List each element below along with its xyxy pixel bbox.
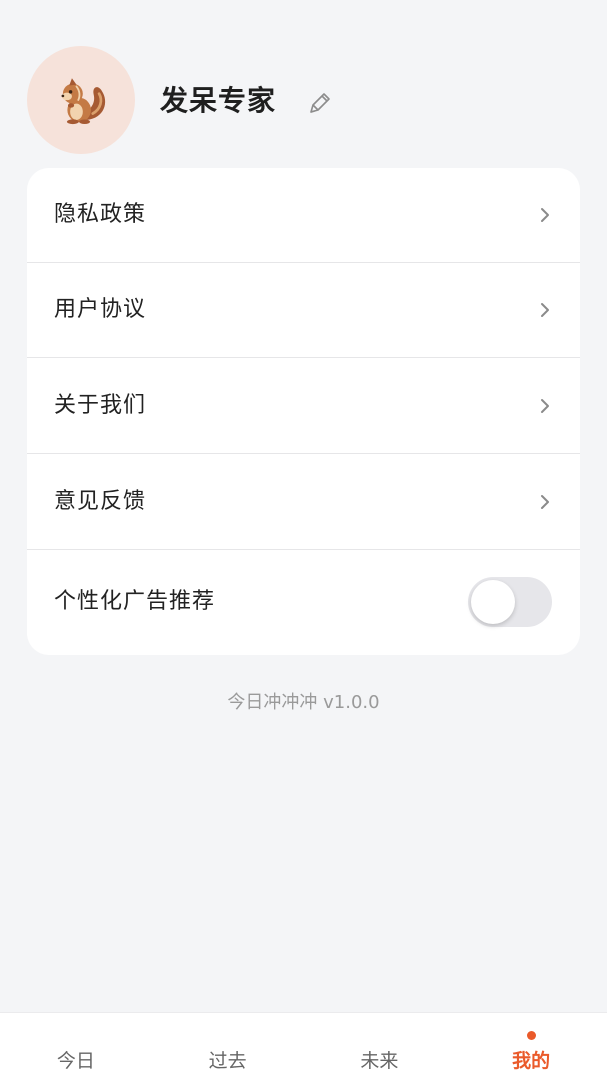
menu-item-label: 用户协议 [54, 297, 147, 322]
menu-item-privacy-policy[interactable]: 隐私政策 [27, 168, 580, 263]
chevron-right-icon [538, 494, 552, 510]
chevron-right-icon [538, 302, 552, 318]
app-version: 今日冲冲冲 v1.0.0 [227, 692, 380, 713]
avatar[interactable] [27, 46, 135, 154]
edit-name-button[interactable] [306, 89, 334, 117]
toggle-knob [471, 580, 515, 624]
menu-item-personalized-ads: 个性化广告推荐 [27, 550, 580, 654]
tab-past[interactable]: 过去 [152, 1013, 304, 1080]
tab-today[interactable]: 今日 [0, 1013, 152, 1080]
tab-future[interactable]: 未来 [304, 1013, 456, 1080]
personalized-ads-toggle[interactable] [468, 577, 552, 627]
menu-item-label: 隐私政策 [54, 202, 147, 227]
profile-page: 发呆专家 隐私政策 用户协议 关于我们 意见反馈 个性化广告推荐 今日冲冲冲 v… [0, 0, 607, 1080]
settings-card: 隐私政策 用户协议 关于我们 意见反馈 个性化广告推荐 [27, 168, 580, 655]
tab-label: 过去 [208, 1050, 247, 1072]
menu-item-label: 关于我们 [54, 392, 147, 418]
chevron-right-icon [538, 207, 552, 223]
notification-dot [527, 1031, 537, 1040]
menu-item-label: 意见反馈 [54, 488, 147, 514]
username: 发呆专家 [160, 84, 277, 117]
chevron-right-icon [538, 398, 552, 414]
tab-label: 未来 [360, 1050, 399, 1072]
menu-item-about-us[interactable]: 关于我们 [27, 358, 580, 454]
tab-label: 我的 [512, 1050, 551, 1072]
tab-mine[interactable]: 我的 [455, 1013, 607, 1080]
personalized-ads-label: 个性化广告推荐 [54, 589, 216, 614]
pencil-icon [310, 93, 330, 113]
menu-item-user-agreement[interactable]: 用户协议 [27, 263, 580, 358]
squirrel-icon [61, 78, 106, 125]
menu-item-feedback[interactable]: 意见反馈 [27, 454, 580, 550]
bottom-tab-bar: 今日 过去 未来 我的 [0, 1012, 607, 1080]
tab-label: 今日 [56, 1050, 95, 1072]
